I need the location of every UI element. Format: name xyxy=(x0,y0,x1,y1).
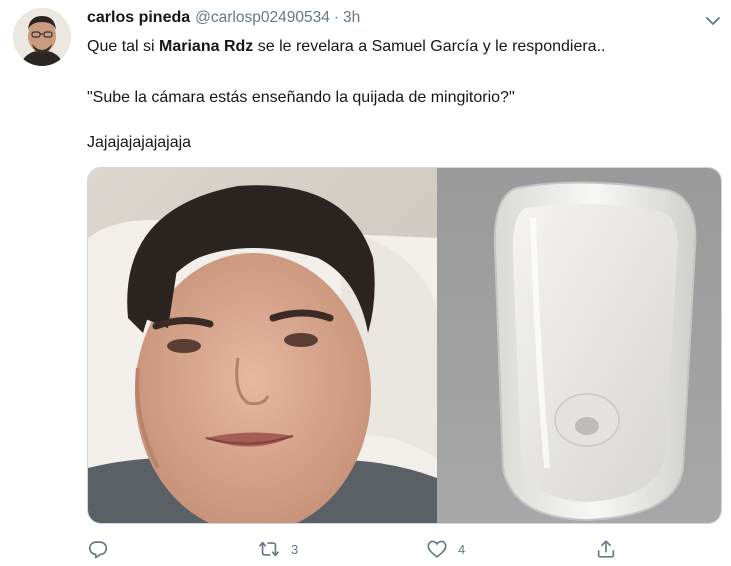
tweet-media-image[interactable] xyxy=(87,167,722,524)
separator-dot: · xyxy=(333,9,339,26)
tweet-text-line-1: Que tal si Mariana Rdz se le revelara a … xyxy=(87,37,605,57)
author-display-name[interactable]: carlos pineda xyxy=(87,9,190,27)
avatar-image xyxy=(13,8,71,66)
tweet-text-line-3: Jajajajajajajaja xyxy=(87,134,192,151)
like-count: 4 xyxy=(458,541,466,557)
photo-face xyxy=(88,168,437,523)
heart-icon xyxy=(427,540,447,558)
retweet-count: 3 xyxy=(291,541,299,557)
share-icon xyxy=(597,540,615,558)
reply-button[interactable] xyxy=(87,538,109,560)
photo-urinal xyxy=(437,168,721,523)
retweet-icon xyxy=(259,541,279,557)
reply-icon xyxy=(88,541,108,559)
tweet-text-line-2: "Sube la cámara estás enseñando la quija… xyxy=(87,89,515,106)
avatar[interactable] xyxy=(13,8,71,66)
text-segment: se le revelara a Samuel García y le resp… xyxy=(253,38,606,55)
more-options-chevron-down-icon[interactable] xyxy=(703,12,723,30)
share-button[interactable] xyxy=(595,538,617,560)
like-button[interactable]: 4 xyxy=(426,538,465,560)
text-segment: Que tal si xyxy=(87,38,160,55)
tweet-actions-bar: 3 4 xyxy=(87,538,627,564)
tweet-header: carlos pineda @carlosp02490534 · 3h xyxy=(87,9,360,31)
retweet-button[interactable]: 3 xyxy=(257,538,298,560)
author-handle[interactable]: @carlosp02490534 xyxy=(195,9,330,27)
mention-name: Mariana Rdz xyxy=(159,38,254,55)
tweet: carlos pineda @carlosp02490534 · 3h Que … xyxy=(0,0,731,566)
tweet-timestamp[interactable]: 3h xyxy=(343,9,360,27)
